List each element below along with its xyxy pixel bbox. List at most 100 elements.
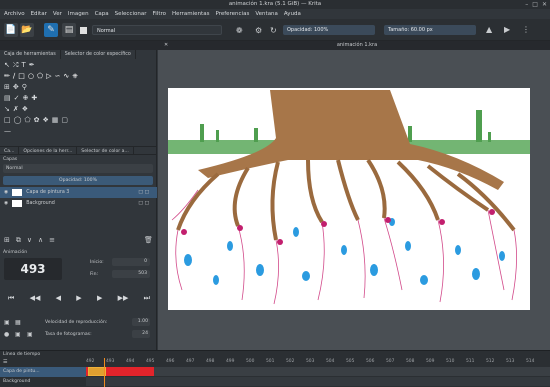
line-tool-icon[interactable]: ∕ [13, 72, 15, 81]
select-tool-icon[interactable]: ↖ [4, 61, 10, 70]
empty-frames-row-1[interactable] [154, 367, 550, 376]
layer-blend-select[interactable]: Normal [3, 164, 153, 173]
delete-layer-icon[interactable]: 🗑 [144, 236, 153, 244]
menu-item-7[interactable]: Herramientas [172, 11, 209, 17]
pattern-icon[interactable] [80, 27, 87, 34]
eraser-icon[interactable]: ❁ [236, 26, 243, 35]
crop-tool-icon[interactable]: ⊞ [4, 83, 10, 91]
layer-docker-tab-1[interactable]: Opciones de la herr... [19, 147, 78, 154]
overflow-icon[interactable]: ⋮ [522, 25, 530, 34]
duplicate-layer-icon[interactable]: ⧉ [16, 236, 21, 245]
layer-row[interactable]: ◉ Capa de pintura 3 □ □ [0, 187, 157, 198]
ellipse-tool-icon[interactable]: ○ [28, 72, 34, 81]
frame-number[interactable]: 506 [366, 359, 386, 366]
gradient-icon[interactable]: ▤ [62, 23, 76, 37]
fps-input[interactable]: 24 [132, 330, 150, 338]
pick-color-icon[interactable]: ✓ [14, 94, 20, 102]
layer-row[interactable]: ◉ Background □ □ [0, 198, 157, 209]
rectangle-tool-icon[interactable]: □ [18, 72, 25, 81]
loop-icon[interactable]: ▣ [15, 331, 21, 338]
layer-docker-tab-2[interactable]: Selector de color a... [77, 147, 134, 154]
frame-number[interactable]: 505 [346, 359, 366, 366]
brush-preset-icon[interactable]: ✎ [44, 23, 58, 37]
rect-select-icon[interactable]: □ [4, 116, 11, 124]
onion-skin-icon[interactable]: ▣ [4, 319, 10, 326]
wrap-icon[interactable]: ▶ [504, 25, 510, 34]
polyline-tool-icon[interactable]: ▷ [46, 72, 51, 81]
layer-docker-tab-0[interactable]: Ca... [0, 147, 20, 154]
end-frame-input[interactable]: 503 [112, 270, 150, 278]
menu-item-5[interactable]: Seleccionar [115, 11, 147, 17]
opacity-slider[interactable]: Opacidad: 100% [283, 25, 375, 35]
canvas-viewport[interactable] [158, 50, 550, 350]
tab-close-icon[interactable]: ✕ [164, 41, 168, 50]
move-down-icon[interactable]: ∨ [27, 236, 32, 245]
settings-icon[interactable]: ⚙ [255, 26, 262, 35]
last-frame-icon[interactable]: ⏭ [144, 294, 150, 303]
frame-number[interactable]: 497 [186, 359, 206, 366]
first-frame-icon[interactable]: ⏮ [8, 294, 14, 303]
frame-number[interactable]: 513 [506, 359, 526, 366]
visibility-icon[interactable]: ◉ [4, 201, 8, 206]
frame-number[interactable]: 499 [226, 359, 246, 366]
smart-patch-icon[interactable]: ✙ [23, 94, 29, 102]
drop-frames-icon[interactable]: ▦ [15, 319, 21, 326]
zoom-tool-icon[interactable]: ⚲ [22, 83, 27, 91]
menu-item-1[interactable]: Editar [31, 11, 47, 17]
frame-number[interactable]: 509 [426, 359, 446, 366]
frame-number[interactable]: 503 [306, 359, 326, 366]
frame-number[interactable]: 496 [166, 359, 186, 366]
ellipse-select-icon[interactable]: ◯ [14, 116, 22, 124]
menu-item-4[interactable]: Capa [95, 11, 109, 17]
move-tool-icon[interactable]: ✥ [13, 83, 19, 91]
open-document-icon[interactable]: 📂 [20, 23, 34, 37]
empty-frames-row-2[interactable] [86, 377, 550, 386]
menu-item-6[interactable]: Filtro [153, 11, 166, 17]
frame-number[interactable]: 504 [326, 359, 346, 366]
pingpong-icon[interactable]: ▣ [27, 331, 33, 338]
frame-number[interactable]: 512 [486, 359, 506, 366]
reference-tool-icon[interactable]: ✗ [13, 105, 19, 113]
similar-select-icon[interactable]: ▦ [52, 116, 59, 124]
frame-number[interactable]: 502 [286, 359, 306, 366]
freehand-select-icon[interactable]: ✿ [34, 116, 40, 124]
playhead[interactable] [104, 358, 105, 387]
menu-item-3[interactable]: Imagen [68, 11, 89, 17]
bezier-tool-icon[interactable]: ∽ [54, 72, 60, 81]
timeline-settings-icon[interactable]: ☰ [3, 359, 7, 365]
frame-number[interactable]: 510 [446, 359, 466, 366]
timeline-layer-row[interactable]: Capa de pintu... [0, 367, 86, 377]
frame-number[interactable]: 511 [466, 359, 486, 366]
layer-properties-icon[interactable]: ≡ [49, 236, 55, 245]
mirror-icon[interactable]: ▲ [486, 25, 492, 34]
layer-flags-icon[interactable]: □ □ [138, 201, 157, 206]
freehand-path-icon[interactable]: ∿ [63, 72, 69, 81]
frame-number[interactable]: 493 [106, 359, 126, 366]
bezier-select-icon[interactable]: ▢ [61, 116, 68, 124]
menu-item-10[interactable]: Ayuda [284, 11, 301, 17]
transform-tool-icon[interactable]: ⤮ [13, 61, 19, 70]
dynamic-brush-icon[interactable]: ⎈ [72, 72, 78, 81]
docker-tab-0[interactable]: Caja de herramientas [0, 50, 61, 59]
frame-number[interactable]: 508 [406, 359, 426, 366]
menu-item-2[interactable]: Ver [53, 11, 62, 17]
layer-opacity-slider[interactable]: Opacidad: 100% [3, 176, 153, 185]
assistant-tool-icon[interactable]: ✚ [31, 94, 37, 102]
docker-tab-1[interactable]: Selector de color específico [61, 50, 136, 59]
new-document-icon[interactable]: 📄 [4, 23, 18, 37]
measure-tool-icon[interactable]: ↘ [4, 105, 10, 113]
previous-frame-icon[interactable]: ◀ [56, 294, 61, 303]
audio-icon[interactable]: ● [4, 331, 9, 338]
speed-input[interactable]: 1.00 [132, 318, 150, 326]
size-slider[interactable]: Tamaño: 60.00 px [384, 25, 476, 35]
visibility-icon[interactable]: ◉ [4, 190, 8, 195]
add-layer-icon[interactable]: ⊞ [4, 236, 10, 245]
menu-item-0[interactable]: Archivo [4, 11, 25, 17]
close-icon[interactable]: ✕ [542, 1, 547, 8]
move-up-icon[interactable]: ∧ [38, 236, 43, 245]
document-tab[interactable]: animación 1.kra [162, 41, 550, 50]
fill-tool-icon[interactable]: ▤ [4, 94, 11, 102]
frame-number[interactable]: 494 [126, 359, 146, 366]
layer-flags-icon[interactable]: □ □ [138, 190, 157, 195]
blend-mode-select[interactable]: Normal [92, 25, 222, 35]
